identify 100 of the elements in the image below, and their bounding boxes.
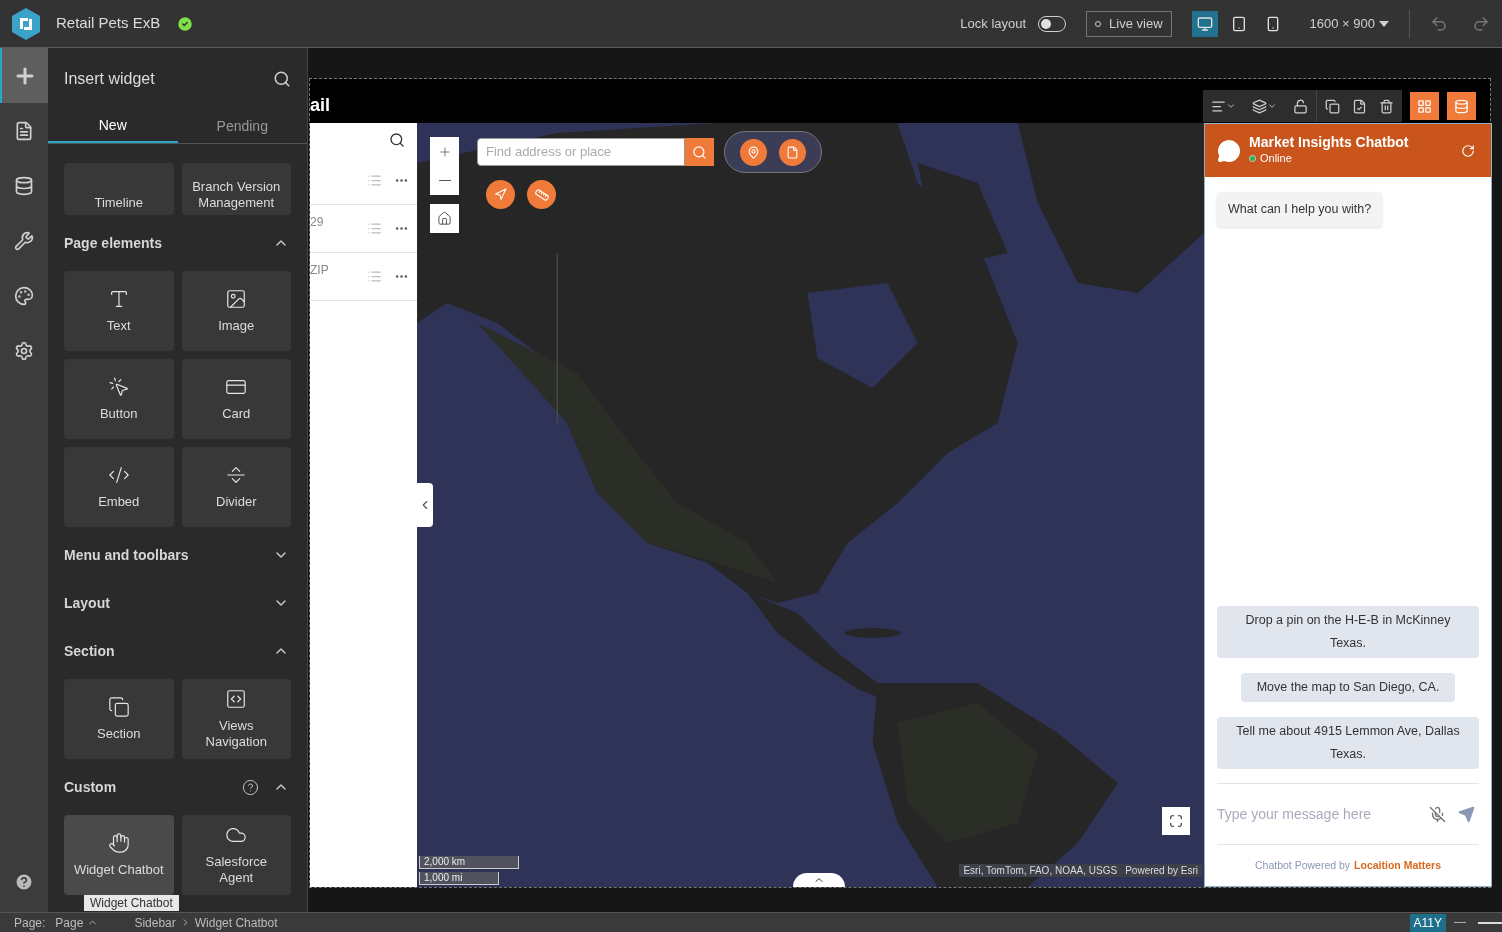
bot-message: What can I help you with?	[1217, 192, 1383, 227]
align-button[interactable]	[1211, 98, 1236, 114]
file-check-button[interactable]	[1352, 98, 1367, 114]
suggestion-chip[interactable]: Drop a pin on the H-E-B in McKinney Texas.	[1217, 606, 1479, 658]
list-row-text: 29	[310, 214, 325, 231]
send-icon	[1458, 805, 1475, 823]
list-row-text: ZIP	[310, 262, 330, 279]
tile-label: Divider	[216, 494, 257, 510]
search-icon	[692, 144, 707, 160]
search-icon[interactable]	[273, 70, 291, 88]
home-button[interactable]	[430, 204, 459, 233]
page-selector[interactable]: Page	[55, 913, 99, 932]
section-heading: Layout	[64, 593, 111, 613]
a11y-badge[interactable]: A11Y	[1409, 913, 1446, 932]
database-icon	[1454, 98, 1469, 114]
help-icon[interactable]	[14, 872, 34, 892]
tile-label: Section	[97, 726, 141, 742]
widget-tile[interactable]: Card	[181, 359, 291, 439]
overlap-squares-icon	[107, 696, 130, 718]
refresh-icon	[1461, 143, 1475, 158]
grid-button[interactable]	[1410, 92, 1439, 120]
widget-tile[interactable]: Divider	[181, 447, 291, 527]
lock-button[interactable]	[1293, 98, 1308, 114]
copy-icon	[1325, 98, 1340, 114]
tile-label: Embed	[98, 494, 140, 510]
tooltip: Widget Chatbot	[84, 895, 179, 911]
palette-icon	[14, 285, 34, 306]
fullscreen-button[interactable]	[1162, 807, 1190, 835]
search-field[interactable]: Find address or place	[477, 138, 685, 166]
map-attribution: Esri, TomTom, FAO, NOAA, USGS	[963, 864, 1118, 877]
tile-label: Image	[218, 318, 255, 334]
tile-label: Button	[99, 406, 138, 422]
widget-tile[interactable]: Text	[64, 271, 174, 351]
file-check-icon	[1352, 98, 1367, 114]
tile-label: Widget Chatbot	[73, 862, 164, 878]
delete-button[interactable]	[1379, 98, 1394, 114]
widget-tile[interactable]: Timeline	[64, 163, 174, 215]
section-heading: Custom	[64, 777, 118, 797]
widget-tile[interactable]: Branch Version Management	[181, 163, 291, 215]
scale-bar: 1,000 mi	[419, 872, 499, 885]
collapse-handle[interactable]	[417, 483, 433, 527]
widget-tile[interactable]: Widget Chatbot	[64, 815, 174, 895]
tile-label: Timeline	[94, 195, 144, 211]
tile-label: Views Navigation	[204, 718, 268, 750]
widget-tile[interactable]: Embed	[64, 447, 174, 527]
fullscreen-icon	[1169, 814, 1183, 828]
file-icon	[786, 145, 799, 159]
duplicate-button[interactable]	[1325, 98, 1340, 114]
database-button[interactable]	[1447, 92, 1476, 120]
widget-tile[interactable]: Image	[181, 271, 291, 351]
layers-button[interactable]	[1252, 98, 1277, 114]
divider-icon	[225, 464, 248, 486]
refresh-button[interactable]	[1461, 143, 1475, 158]
grid-icon	[1417, 98, 1432, 114]
footer-text: Chatbot Powered by Locaition Matters	[1254, 857, 1442, 873]
panel-title: Insert widget	[64, 69, 155, 89]
resolution-dropdown[interactable]: 1600 × 900	[1309, 13, 1389, 34]
lock-layout-label: Lock layout	[960, 14, 1027, 33]
align-icon	[1211, 98, 1226, 114]
suggestion-chip[interactable]: Move the map to San Diego, CA.	[1240, 673, 1456, 702]
caret-icon	[1267, 101, 1277, 111]
mute-microphone-button[interactable]	[1429, 805, 1446, 823]
widget-tile[interactable]: Salesforce Agent	[181, 815, 291, 895]
suggestion-chip[interactable]: Tell me about 4915 Lemmon Ave, Dallas Texas.	[1217, 717, 1479, 769]
scale-bar: 2,000 km	[419, 856, 519, 869]
home-icon	[437, 211, 452, 226]
wrench-icon	[14, 230, 34, 251]
pin-icon	[747, 145, 760, 159]
pointer-icon	[107, 376, 130, 398]
status-text: Online	[1260, 151, 1292, 167]
caret-icon	[1226, 101, 1236, 111]
live-view-button[interactable]: Live view	[1086, 10, 1172, 37]
panel-tab[interactable]: New	[48, 110, 178, 143]
section-heading: Menu and toolbars	[64, 545, 190, 565]
document-icon	[14, 120, 34, 141]
message-field[interactable]: Type your message here	[1217, 803, 1417, 825]
redo-icon	[1472, 14, 1490, 33]
unlock-icon	[1293, 98, 1308, 114]
tile-label: Card	[222, 406, 251, 422]
file-button[interactable]	[779, 138, 806, 166]
views-icon	[225, 688, 248, 710]
section-heading: Section	[64, 641, 116, 661]
breadcrumb-item[interactable]: Sidebar	[134, 913, 176, 932]
navigation-icon	[494, 188, 507, 201]
widget-tile[interactable]: Views Navigation	[181, 679, 291, 759]
widget-tile[interactable]: Section	[64, 679, 174, 759]
device-button[interactable]	[1191, 10, 1218, 37]
page-label: Page:	[14, 914, 46, 932]
breadcrumb-item[interactable]: Widget Chatbot	[194, 913, 278, 932]
minus-icon	[438, 180, 451, 181]
search-icon[interactable]	[389, 132, 405, 148]
logo-icon	[12, 7, 40, 40]
tile-label: Salesforce Agent	[204, 854, 268, 886]
monitor-icon	[1196, 15, 1213, 32]
pin-button[interactable]	[740, 138, 767, 166]
widget-tile[interactable]: Button	[64, 359, 174, 439]
bottom-panel-toggle[interactable]	[793, 873, 845, 887]
undo-icon	[1430, 14, 1448, 33]
ruler-icon	[533, 186, 550, 203]
panel-tab[interactable]: Pending	[177, 110, 307, 143]
